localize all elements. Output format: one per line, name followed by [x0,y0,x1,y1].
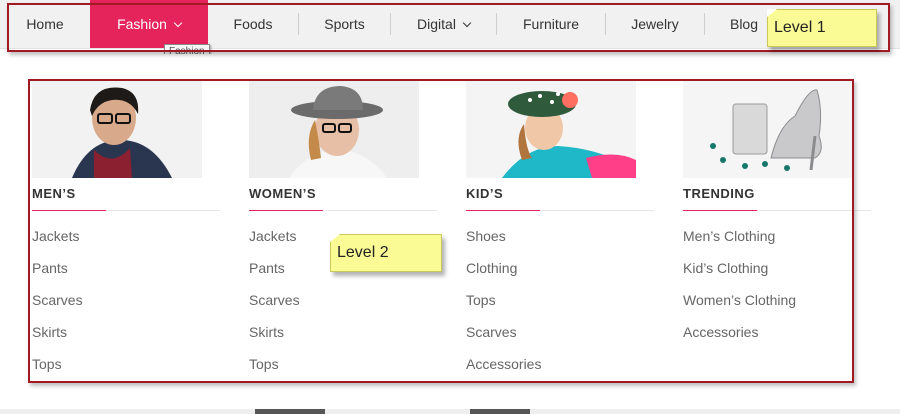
level1-note-text: Level 1 [774,19,826,36]
level1-highlight-frame [7,3,890,52]
level1-note: Level 1 [767,9,877,47]
level2-note: Level 2 [330,234,442,272]
level2-note-text: Level 2 [337,244,389,261]
page-bottom-edge [0,409,900,414]
level2-highlight-frame [28,79,854,383]
